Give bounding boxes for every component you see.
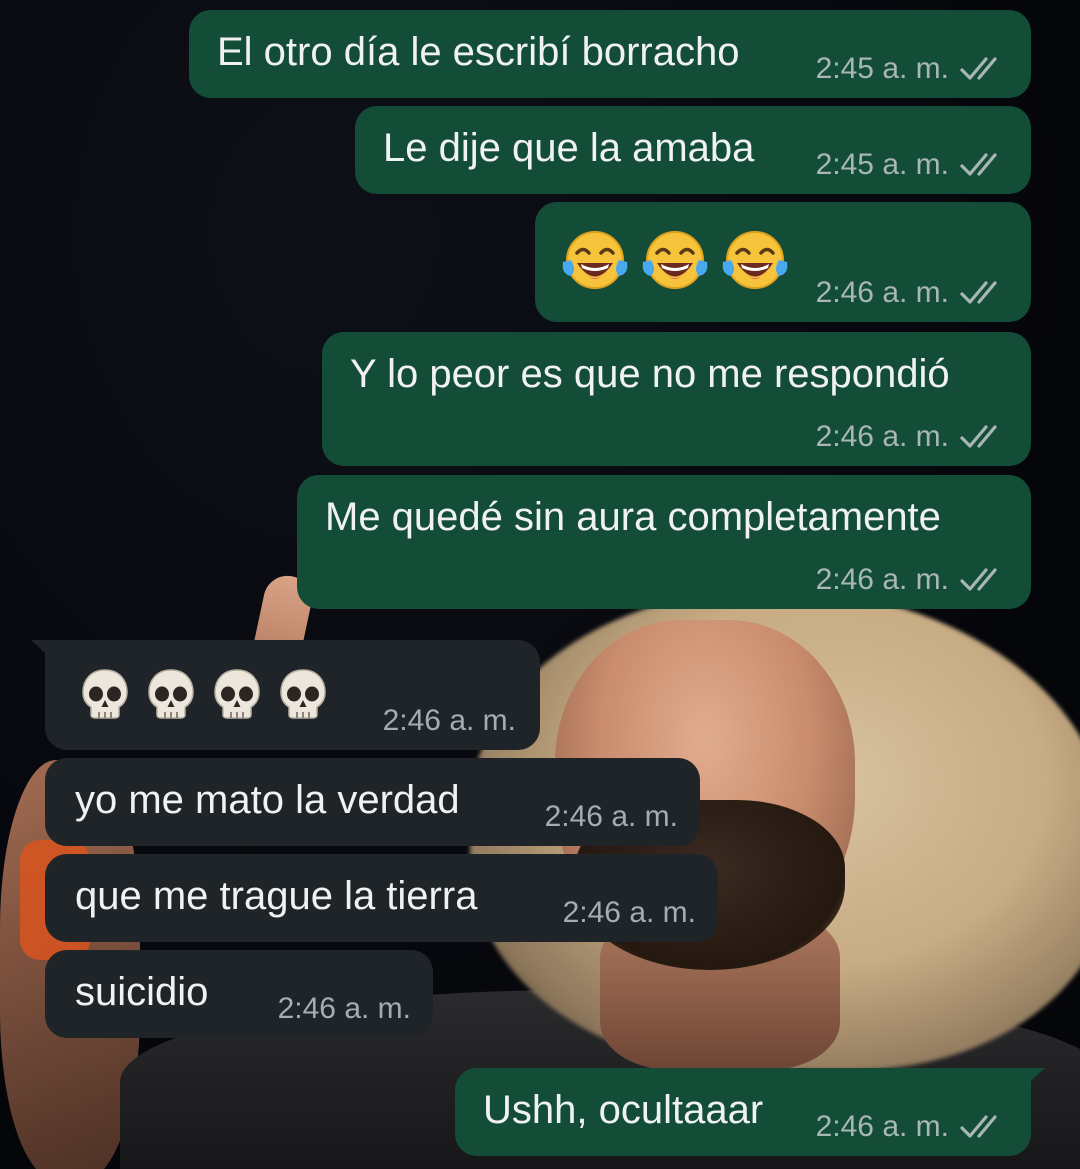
message-text: Ushh, ocultaaar <box>483 1088 764 1132</box>
skull-icon <box>77 666 133 722</box>
message-time: 2:46 a. m. <box>815 420 949 453</box>
message-meta: 2:46 a. m. <box>816 563 1005 597</box>
double-check-icon <box>959 279 1005 307</box>
message-meta: 2:46 a. m. <box>816 1110 1005 1144</box>
message-bubble-outgoing[interactable]: Y lo peor es que no me respondió 2:46 a.… <box>322 332 1031 466</box>
emoji-group <box>559 226 791 298</box>
message-text: suicidio <box>75 970 209 1014</box>
message-bubble-incoming[interactable]: yo me mato la verdad 2:46 a. m. <box>45 758 700 846</box>
message-text: yo me mato la verdad <box>75 778 460 822</box>
message-text: que me trague la tierra <box>75 874 478 918</box>
message-meta: 2:46 a. m. <box>816 420 1005 454</box>
message-list[interactable]: El otro día le escribí borracho 2:45 a. … <box>0 0 1080 1169</box>
message-time: 2:46 a. m. <box>562 896 696 929</box>
message-time: 2:46 a. m. <box>815 276 949 309</box>
message-text: Me quedé sin aura completamente <box>325 495 941 539</box>
message-time: 2:45 a. m. <box>815 52 949 85</box>
message-time: 2:46 a. m. <box>382 704 516 737</box>
message-bubble-outgoing[interactable]: Ushh, ocultaaar 2:46 a. m. <box>455 1068 1045 1156</box>
bubble-tail <box>1025 1068 1045 1086</box>
message-time: 2:46 a. m. <box>544 800 678 833</box>
double-check-icon <box>959 55 1005 83</box>
message-bubble-outgoing[interactable]: Me quedé sin aura completamente 2:46 a. … <box>297 475 1031 609</box>
double-check-icon <box>959 566 1005 594</box>
message-time: 2:46 a. m. <box>815 1110 949 1143</box>
message-meta: 2:46 a. m. <box>816 276 1005 310</box>
message-meta: 2:45 a. m. <box>816 148 1005 182</box>
message-time: 2:46 a. m. <box>277 992 411 1025</box>
message-time: 2:46 a. m. <box>815 563 949 596</box>
message-text: El otro día le escribí borracho <box>217 30 740 74</box>
face-with-tears-of-joy-icon <box>639 226 711 298</box>
message-time: 2:45 a. m. <box>815 148 949 181</box>
double-check-icon <box>959 151 1005 179</box>
bubble-tail <box>31 640 51 658</box>
skull-icon <box>275 666 331 722</box>
message-bubble-incoming[interactable]: 2:46 a. m. <box>31 640 540 750</box>
message-text: Le dije que la amaba <box>383 126 755 170</box>
face-with-tears-of-joy-icon <box>559 226 631 298</box>
message-bubble-incoming[interactable]: que me trague la tierra 2:46 a. m. <box>45 854 718 942</box>
message-bubble-incoming[interactable]: suicidio 2:46 a. m. <box>45 950 433 1038</box>
skull-icon <box>143 666 199 722</box>
skull-icon <box>209 666 265 722</box>
message-bubble-outgoing[interactable]: El otro día le escribí borracho 2:45 a. … <box>189 10 1031 98</box>
face-with-tears-of-joy-icon <box>719 226 791 298</box>
message-bubble-outgoing[interactable]: Le dije que la amaba 2:45 a. m. <box>355 106 1031 194</box>
message-text: Y lo peor es que no me respondió <box>350 352 950 396</box>
double-check-icon <box>959 1113 1005 1141</box>
double-check-icon <box>959 423 1005 451</box>
emoji-group <box>77 666 331 722</box>
message-meta: 2:45 a. m. <box>816 52 1005 86</box>
message-bubble-outgoing[interactable]: 2:46 a. m. <box>535 202 1031 322</box>
